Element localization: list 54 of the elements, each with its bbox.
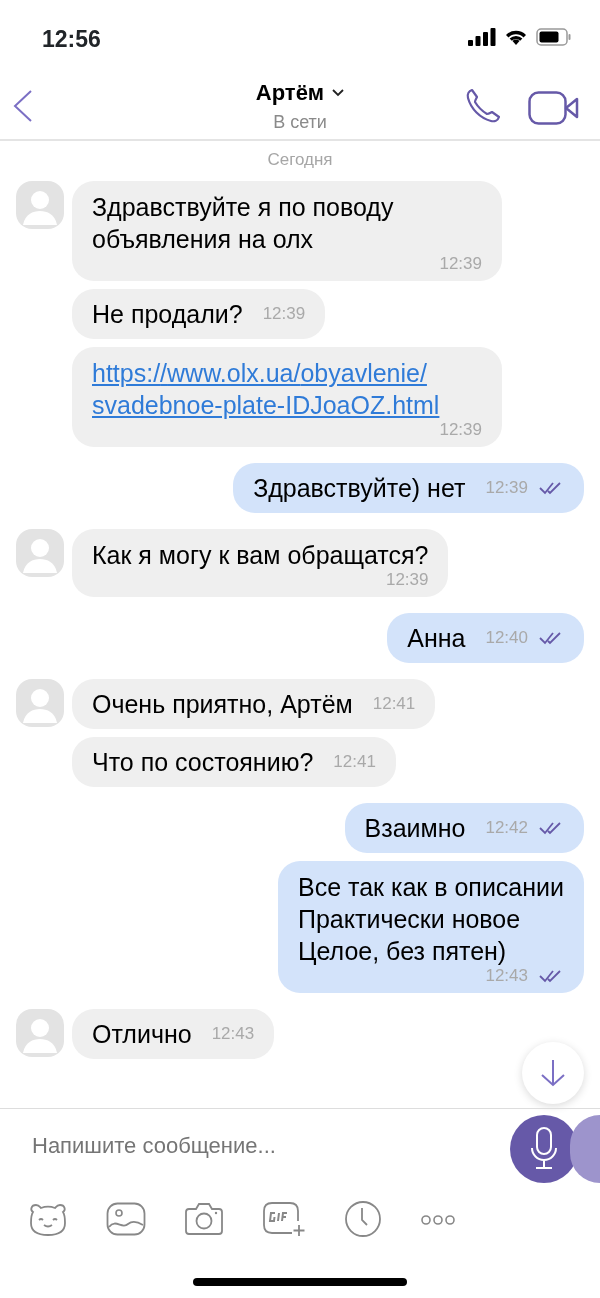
message-time: 12:43 — [211, 1022, 255, 1045]
incoming-message-bubble[interactable]: Как я могу к вам обращатся? 12:39 — [72, 528, 449, 597]
clock-icon[interactable] — [344, 1200, 382, 1238]
chevron-down-icon — [332, 88, 345, 97]
scroll-down-button[interactable] — [522, 1042, 584, 1104]
message-text: Взаимно — [364, 812, 466, 844]
message-time: 12:39 — [485, 476, 528, 499]
message-time: 12:39 — [262, 302, 306, 325]
message-text: Анна — [407, 622, 466, 654]
message-text: Здравствуйте) нет — [253, 472, 466, 504]
message-text: Отлично — [92, 1018, 192, 1050]
incoming-message-bubble[interactable]: https://www.olx.ua/obyavlenie/svadebnoe-plate-IDJoaOZ.html 12:39 — [72, 346, 502, 447]
microphone-icon — [530, 1126, 558, 1172]
message-text: Все так как в описании Практически новое Целое, без пятен) — [297, 872, 564, 965]
contact-name-text: Артём — [255, 79, 325, 107]
message-link[interactable]: https://www.olx.ua/obyavlenie/svadebnoe-plate-IDJoaOZ.html — [92, 356, 482, 421]
incoming-message-bubble[interactable]: Что по состоянию? 12:41 — [72, 736, 396, 787]
message-time: 12:43 — [485, 965, 528, 987]
outgoing-message-bubble[interactable]: Анна 12:40 — [387, 612, 584, 663]
contact-name[interactable]: Артём — [255, 76, 345, 109]
camera-button[interactable] — [184, 1202, 224, 1236]
message-time: 12:39 — [439, 252, 482, 275]
message-input[interactable]: Напишите сообщение... — [32, 1129, 492, 1162]
video-call-button[interactable] — [528, 91, 580, 125]
wifi-icon — [504, 28, 528, 46]
message-time: 12:40 — [485, 626, 528, 649]
gif-button[interactable] — [262, 1201, 306, 1237]
message-time: 12:39 — [385, 569, 429, 591]
date-label: Сегодня — [266, 149, 334, 171]
incoming-message-bubble[interactable]: Отлично 12:43 — [72, 1008, 275, 1059]
message-time: 12:42 — [485, 816, 528, 839]
status-time: 12:56 — [42, 25, 101, 54]
phone-call-button[interactable] — [464, 87, 502, 125]
incoming-message-bubble[interactable]: Не продали? 12:39 — [72, 288, 326, 339]
incoming-message-bubble[interactable]: Очень приятно, Артём 12:41 — [72, 678, 436, 729]
outgoing-message-bubble[interactable]: Взаимно 12:42 — [344, 802, 584, 853]
outgoing-message-bubble[interactable]: Все так как в описании Практически новое Целое, без пятен) 12:43 — [277, 860, 584, 993]
back-button[interactable] — [12, 89, 34, 123]
battery-icon — [536, 28, 572, 46]
message-time: 12:41 — [372, 692, 416, 715]
incoming-message-bubble[interactable]: Здравствуйте я по поводу объявления на олх 12:39 — [72, 180, 502, 281]
message-time: 12:39 — [439, 418, 482, 441]
outgoing-message-bubble[interactable]: Здравствуйте) нет 12:39 — [233, 462, 584, 513]
message-text: Очень приятно, Артём — [92, 688, 353, 720]
gallery-button[interactable] — [106, 1202, 146, 1236]
message-text: Здравствуйте я по поводу объявления на олх — [92, 192, 394, 253]
message-text: Как я могу к вам обращатся? — [92, 540, 429, 569]
send-button-edge[interactable] — [570, 1115, 600, 1183]
message-time: 12:41 — [333, 750, 376, 773]
message-text: Что по состоянию? — [92, 746, 314, 778]
message-text: Не продали? — [92, 298, 243, 330]
signal-icon — [468, 28, 496, 46]
sticker-button[interactable] — [28, 1201, 68, 1237]
presence-status: В сети — [272, 111, 328, 134]
